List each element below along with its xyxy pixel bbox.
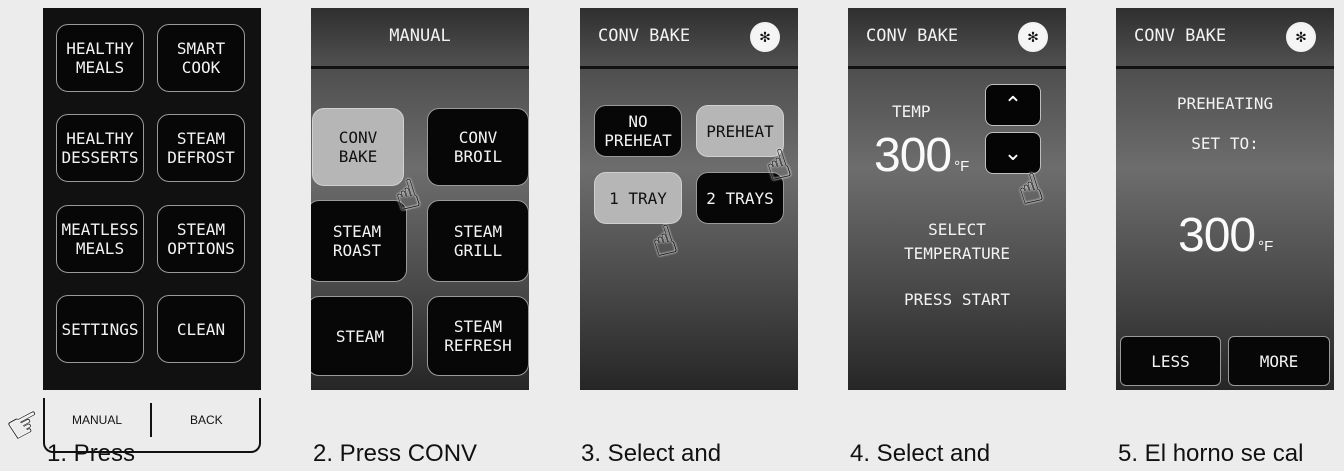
screen-header: CONV BAKE ✻ bbox=[1116, 8, 1334, 69]
more-button[interactable]: MORE bbox=[1228, 336, 1330, 386]
steam-defrost-button[interactable]: STEAM DEFROST bbox=[157, 114, 245, 182]
temp-value: 300 bbox=[874, 129, 952, 182]
back-soft-key[interactable]: BACK bbox=[190, 413, 223, 427]
steam-button[interactable]: STEAM bbox=[311, 296, 413, 376]
screen-title: CONV BAKE bbox=[866, 26, 959, 46]
settings-button[interactable]: SETTINGS bbox=[56, 295, 144, 363]
temp-up-button[interactable]: ⌃ bbox=[985, 84, 1041, 126]
clean-button[interactable]: CLEAN bbox=[157, 295, 245, 363]
healthy-desserts-button[interactable]: HEALTHY DESSERTS bbox=[56, 114, 144, 182]
chevron-up-icon: ⌃ bbox=[1003, 92, 1023, 118]
temp-display: 300 °F bbox=[874, 128, 969, 183]
fan-icon: ✻ bbox=[750, 22, 780, 52]
step-caption: 3. Select and bbox=[581, 440, 722, 467]
fan-icon: ✻ bbox=[1018, 22, 1048, 52]
meatless-meals-button[interactable]: MEATLESS MEALS bbox=[56, 205, 144, 273]
temp-label: TEMP bbox=[892, 102, 931, 121]
screen-title: MANUAL bbox=[389, 26, 451, 46]
conv-broil-button[interactable]: CONV BROIL bbox=[427, 108, 529, 186]
select-temperature-text: SELECT TEMPERATURE bbox=[904, 220, 1010, 263]
set-to-label: SET TO: bbox=[1191, 134, 1259, 153]
step-caption: 5. El horno se cal bbox=[1118, 440, 1304, 467]
temp-unit: °F bbox=[954, 158, 970, 175]
preheating-status: PREHEATING bbox=[1176, 94, 1274, 113]
conv-bake-button[interactable]: CONV BAKE bbox=[312, 108, 404, 186]
screen-title: CONV BAKE bbox=[1134, 26, 1227, 46]
steam-refresh-button[interactable]: STEAM REFRESH bbox=[427, 296, 529, 376]
pointing-hand-icon: ☝ bbox=[1011, 164, 1049, 216]
pointing-hand-icon: ☝ bbox=[645, 216, 683, 268]
screen-header: MANUAL bbox=[311, 8, 529, 69]
screen-header: CONV BAKE ✻ bbox=[848, 8, 1066, 69]
manual-soft-key[interactable]: MANUAL bbox=[72, 413, 122, 427]
temperature-select-screen: CONV BAKE ✻ TEMP 300 °F ⌃ ⌄ ☝ SELECT TEMP… bbox=[848, 8, 1066, 390]
step-caption: 2. Press CONV bbox=[313, 440, 478, 467]
fan-icon: ✻ bbox=[1286, 22, 1316, 52]
manual-screen: MANUAL CONV BAKE CONV BROIL STEAM ROAST … bbox=[311, 8, 529, 390]
one-tray-button[interactable]: 1 TRAY bbox=[594, 172, 682, 224]
no-preheat-button[interactable]: NO PREHEAT bbox=[594, 105, 682, 157]
screen-title: CONV BAKE bbox=[598, 26, 691, 46]
steam-options-button[interactable]: STEAM OPTIONS bbox=[157, 205, 245, 273]
set-temp-unit: °F bbox=[1258, 238, 1274, 255]
less-button[interactable]: LESS bbox=[1120, 336, 1221, 386]
smart-cook-button[interactable]: SMART COOK bbox=[157, 24, 245, 92]
chevron-down-icon: ⌄ bbox=[1003, 140, 1023, 166]
home-screen: HEALTHY MEALS SMART COOK HEALTHY DESSERT… bbox=[43, 8, 261, 390]
set-temp-display: 300 °F bbox=[1178, 208, 1273, 263]
conv-bake-options-screen: CONV BAKE ✻ NO PREHEAT PREHEAT 1 TRAY 2 … bbox=[580, 8, 798, 390]
press-start-text: PRESS START bbox=[904, 290, 1010, 309]
step-caption: 4. Select and bbox=[850, 440, 991, 467]
set-temp-value: 300 bbox=[1178, 209, 1256, 262]
preheating-screen: CONV BAKE ✻ PREHEATING SET TO: 300 °F LES… bbox=[1116, 8, 1334, 390]
soft-key-divider bbox=[150, 403, 152, 437]
step-caption: 1. Press bbox=[47, 440, 136, 467]
steam-grill-button[interactable]: STEAM GRILL bbox=[427, 200, 529, 282]
healthy-meals-button[interactable]: HEALTHY MEALS bbox=[56, 24, 144, 92]
screen-header: CONV BAKE ✻ bbox=[580, 8, 798, 69]
steam-roast-button[interactable]: STEAM ROAST bbox=[311, 200, 407, 282]
